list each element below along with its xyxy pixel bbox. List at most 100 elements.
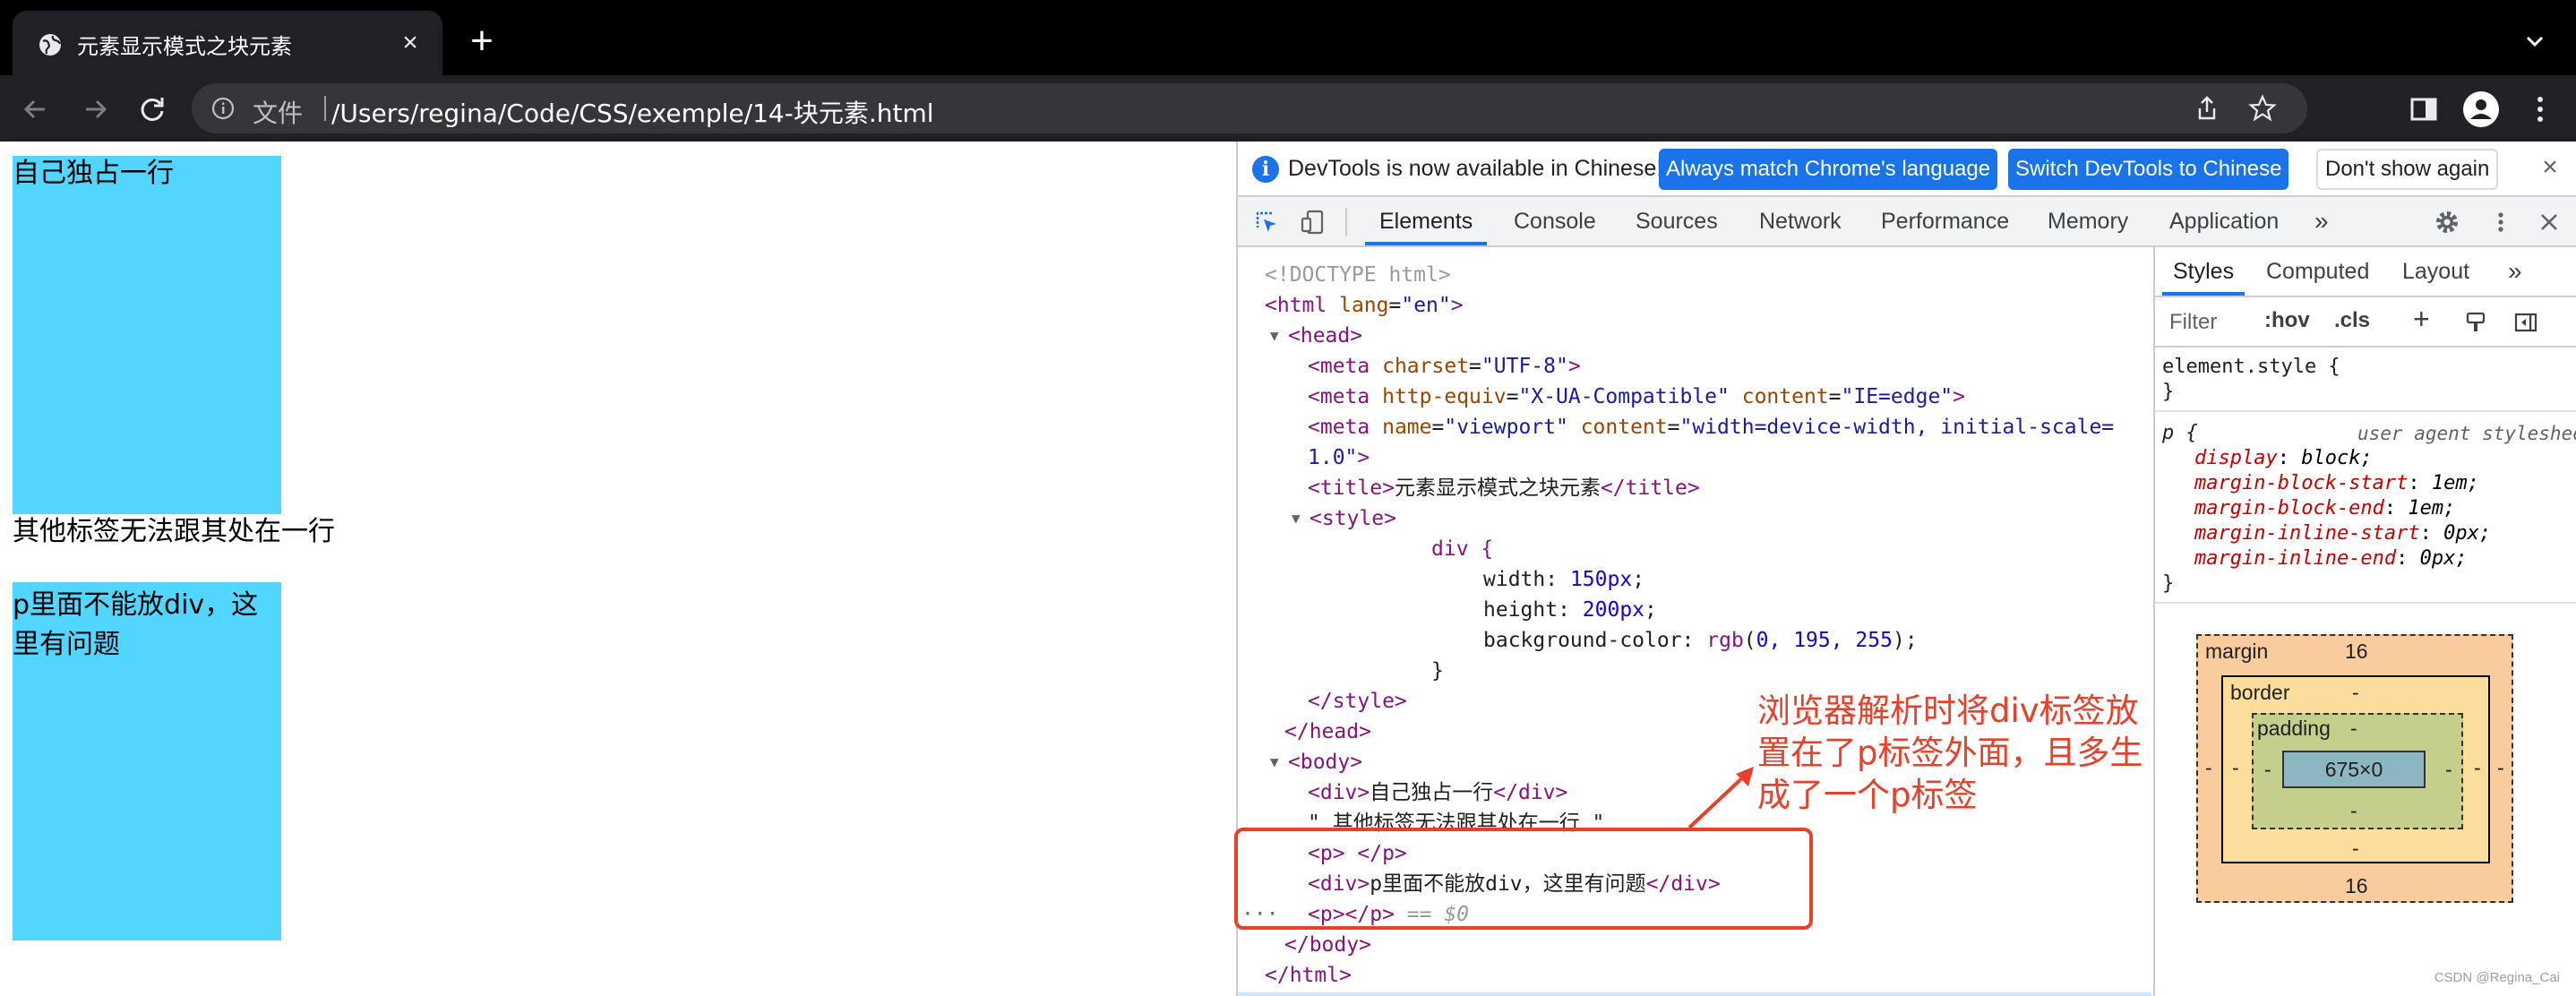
star-icon[interactable] bbox=[2248, 94, 2277, 123]
more-tabs-icon[interactable]: » bbox=[2508, 247, 2522, 296]
device-toolbar-icon[interactable] bbox=[1299, 208, 1327, 236]
close-icon[interactable]: × bbox=[2537, 154, 2563, 181]
css-bg-line: background-color: rgb(0, 195, 255); bbox=[1483, 629, 1918, 652]
margin-bottom-value[interactable]: 16 bbox=[2345, 874, 2368, 898]
toggle-sidebar-icon[interactable] bbox=[2513, 310, 2538, 335]
head-close-node[interactable]: </head> bbox=[1284, 717, 1371, 747]
meta-viewport-node[interactable]: <meta name="viewport" content="width=dev… bbox=[1308, 412, 2114, 442]
more-tabs-icon[interactable]: » bbox=[2314, 197, 2329, 245]
rule-close-brace: } bbox=[2162, 572, 2175, 595]
box-model-content[interactable]: 675×0 bbox=[2282, 751, 2426, 788]
tab-styles[interactable]: Styles bbox=[2162, 247, 2245, 296]
tab-console[interactable]: Console bbox=[1514, 197, 1596, 245]
html-node[interactable]: <html lang="en"> bbox=[1265, 290, 1464, 321]
annotation-text: 浏览器解析时将div标签放置在了p标签外面，且多生成了一个p标签 bbox=[1757, 691, 2143, 814]
box-model-margin[interactable]: margin 16 16 - - border - - - - padding … bbox=[2196, 634, 2513, 903]
box-model-border[interactable]: border - - - - padding - - - - 675×0 bbox=[2221, 675, 2490, 863]
toolbar-divider bbox=[1345, 208, 1347, 236]
info-icon[interactable] bbox=[211, 97, 235, 120]
margin-right-value[interactable]: - bbox=[2497, 756, 2504, 780]
profile-avatar-icon[interactable] bbox=[2461, 90, 2501, 129]
title-node[interactable]: <title>元素显示模式之块元素</title> bbox=[1308, 473, 1700, 503]
border-right-value[interactable]: - bbox=[2474, 756, 2481, 780]
style-node[interactable]: <style> bbox=[1309, 503, 1396, 534]
styles-tab-bar: Styles Computed Layout » bbox=[2155, 247, 2576, 297]
address-bar[interactable]: 文件 /Users/regina/Code/CSS/exemple/14-块元素… bbox=[192, 83, 2307, 133]
border-top-value[interactable]: - bbox=[2352, 681, 2359, 705]
switch-to-chinese-button[interactable]: Switch DevTools to Chinese bbox=[2008, 149, 2289, 190]
dont-show-again-button[interactable]: Don't show again bbox=[2316, 149, 2499, 190]
div-text-1: 自己独占一行 bbox=[13, 158, 174, 189]
side-panel-icon[interactable] bbox=[2404, 90, 2443, 129]
ua-prop-margin-block-start: margin-block-start: 1em; bbox=[2194, 472, 2479, 494]
body-close-node[interactable]: </body> bbox=[1284, 930, 1371, 960]
tab-elements[interactable]: Elements bbox=[1365, 197, 1488, 245]
inspect-element-icon[interactable] bbox=[1252, 208, 1281, 236]
tab-strip: 元素显示模式之块元素 × + bbox=[0, 0, 2576, 75]
meta-viewport-node-cont: 1.0"> bbox=[1308, 446, 1370, 469]
css-close-brace: } bbox=[1431, 659, 1444, 683]
meta-charset-node[interactable]: <meta charset="UTF-8"> bbox=[1308, 351, 1581, 382]
tab-layout[interactable]: Layout bbox=[2402, 247, 2469, 296]
paint-icon[interactable] bbox=[2463, 310, 2488, 335]
hov-toggle[interactable]: :hov bbox=[2264, 308, 2310, 333]
margin-top-value[interactable]: 16 bbox=[2345, 640, 2368, 664]
rule-close-brace: } bbox=[2162, 381, 2175, 403]
url-text[interactable]: /Users/regina/Code/CSS/exemple/14-块元素.ht… bbox=[331, 94, 934, 130]
padding-left-value[interactable]: - bbox=[2264, 758, 2271, 782]
expand-triangle-icon[interactable]: ▼ bbox=[1270, 321, 1279, 351]
css-width-line: width: 150px; bbox=[1483, 568, 1645, 591]
meta-compat-node[interactable]: <meta http-equiv="X-UA-Compatible" conte… bbox=[1308, 382, 1965, 412]
border-left-value[interactable]: - bbox=[2232, 756, 2239, 780]
tab-computed[interactable]: Computed bbox=[2266, 247, 2369, 296]
style-close-node[interactable]: </style> bbox=[1308, 686, 1407, 717]
expand-triangle-icon[interactable]: ▼ bbox=[1292, 503, 1301, 534]
add-rule-icon[interactable]: + bbox=[2413, 303, 2430, 336]
tab-performance[interactable]: Performance bbox=[1881, 197, 2009, 245]
reload-icon[interactable] bbox=[133, 90, 172, 129]
tab-title: 元素显示模式之块元素 bbox=[77, 34, 292, 59]
tab-sources[interactable]: Sources bbox=[1636, 197, 1718, 245]
element-style-rule[interactable]: element.style { bbox=[2162, 355, 2340, 380]
border-label: border bbox=[2230, 681, 2290, 704]
tab-close-icon[interactable]: × bbox=[396, 29, 425, 57]
head-node[interactable]: <head> bbox=[1288, 321, 1362, 351]
padding-bottom-value[interactable]: - bbox=[2350, 799, 2357, 823]
forward-arrow-icon[interactable] bbox=[75, 90, 115, 129]
kebab-menu-icon[interactable] bbox=[2486, 208, 2515, 236]
border-bottom-value[interactable]: - bbox=[2352, 837, 2359, 861]
kebab-menu-icon[interactable] bbox=[2520, 90, 2560, 129]
doctype-node[interactable]: <!DOCTYPE html> bbox=[1265, 260, 1451, 290]
tab-memory[interactable]: Memory bbox=[2048, 197, 2128, 245]
margin-left-value[interactable]: - bbox=[2205, 756, 2212, 780]
ua-prop-margin-inline-end: margin-inline-end: 0px; bbox=[2194, 547, 2468, 570]
tab-application[interactable]: Application bbox=[2169, 197, 2279, 245]
html-close-node[interactable]: </html> bbox=[1265, 960, 1352, 991]
share-icon[interactable] bbox=[2193, 94, 2221, 123]
gear-icon[interactable] bbox=[2433, 208, 2461, 236]
div-node-1[interactable]: <div>自己独占一行</div> bbox=[1308, 777, 1567, 808]
close-devtools-icon[interactable] bbox=[2535, 208, 2563, 236]
padding-label: padding bbox=[2257, 717, 2331, 740]
padding-top-value[interactable]: - bbox=[2350, 717, 2357, 741]
new-tab-button[interactable]: + bbox=[464, 21, 500, 61]
browser-tab[interactable]: 元素显示模式之块元素 × bbox=[13, 11, 442, 75]
devtools-tab-bar: Elements Console Sources Network Perform… bbox=[1238, 197, 2576, 247]
expand-triangle-icon[interactable]: ▼ bbox=[1270, 747, 1279, 777]
p-selector[interactable]: p { bbox=[2162, 421, 2198, 446]
chevron-down-icon[interactable] bbox=[2520, 27, 2549, 56]
tab-network[interactable]: Network bbox=[1759, 197, 1842, 245]
filter-input[interactable]: Filter bbox=[2169, 310, 2217, 335]
ua-stylesheet-label: user agent stylesheet bbox=[2357, 423, 2576, 444]
css-height-line: height: 200px; bbox=[1483, 598, 1657, 622]
block-div-1 bbox=[13, 156, 281, 514]
padding-right-value[interactable]: - bbox=[2445, 758, 2452, 782]
always-match-language-button[interactable]: Always match Chrome's language bbox=[1659, 149, 1998, 190]
ua-prop-margin-inline-start: margin-inline-start: 0px; bbox=[2194, 522, 2492, 545]
rule-divider bbox=[2155, 410, 2576, 412]
back-arrow-icon[interactable] bbox=[16, 90, 56, 129]
language-infobar: i DevTools is now available in Chinese! … bbox=[1238, 142, 2576, 197]
body-node[interactable]: <body> bbox=[1288, 747, 1362, 777]
cls-toggle[interactable]: .cls bbox=[2334, 308, 2370, 333]
box-model-padding[interactable]: padding - - - - 675×0 bbox=[2252, 713, 2463, 829]
